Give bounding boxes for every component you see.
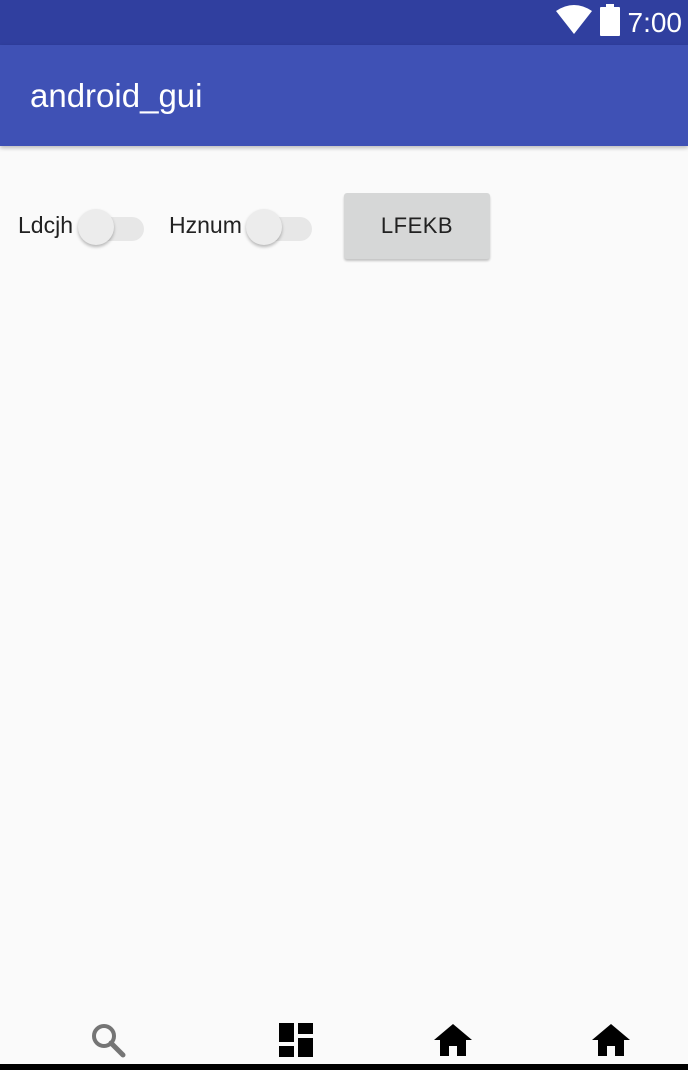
- wifi-icon: [555, 5, 592, 40]
- switch-ldcjh[interactable]: [78, 204, 144, 245]
- switch-hznum-label: Hznum: [169, 212, 242, 238]
- nav-home-1[interactable]: [433, 1022, 473, 1062]
- app-title: android_gui: [30, 77, 203, 114]
- nav-dashboard[interactable]: [276, 1022, 316, 1062]
- bottom-nav: [0, 1012, 688, 1064]
- search-icon: [90, 1022, 126, 1063]
- home-icon: [434, 1023, 472, 1061]
- switch-ldcjh-label: Ldcjh: [18, 212, 73, 238]
- home-icon: [592, 1023, 630, 1061]
- bottom-edge: [0, 1064, 688, 1070]
- main-content: Ldcjh Hznum LFEKB: [0, 146, 688, 1036]
- nav-search[interactable]: [88, 1022, 128, 1062]
- switch-hznum[interactable]: [246, 204, 312, 245]
- lfekb-button[interactable]: LFEKB: [344, 193, 490, 259]
- status-icons: 7:00: [555, 0, 683, 45]
- status-bar: 7:00: [0, 0, 688, 45]
- dashboard-icon: [279, 1022, 313, 1062]
- switch-thumb: [78, 209, 114, 245]
- battery-icon: [599, 4, 620, 41]
- status-time: 7:00: [627, 7, 683, 38]
- app-bar: android_gui: [0, 45, 688, 146]
- nav-home-2[interactable]: [591, 1022, 631, 1062]
- switch-thumb: [246, 209, 282, 245]
